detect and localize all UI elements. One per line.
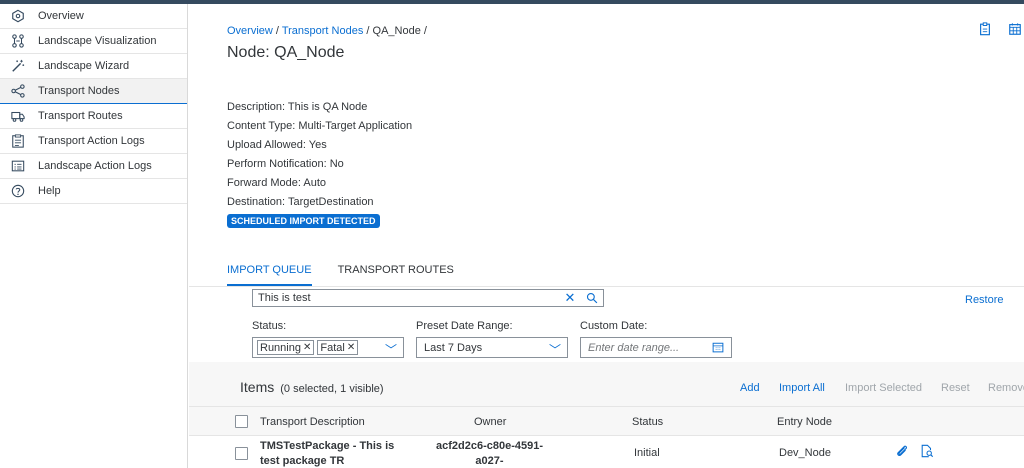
sidebar-item-label: Transport Routes bbox=[38, 110, 123, 122]
row-checkbox[interactable] bbox=[235, 447, 248, 460]
tab-import-queue[interactable]: IMPORT QUEUE bbox=[227, 264, 312, 286]
search-input[interactable]: This is test ✕ bbox=[252, 289, 604, 307]
token-remove-icon[interactable]: ✕ bbox=[303, 342, 311, 353]
detail-upload-allowed: Upload Allowed: Yes bbox=[227, 139, 327, 151]
scheduled-import-badge: SCHEDULED IMPORT DETECTED bbox=[227, 214, 380, 228]
chevron-down-icon[interactable]: ﹀ bbox=[385, 341, 397, 358]
sidebar-item-transport-nodes[interactable]: Transport Nodes bbox=[0, 79, 187, 104]
row-description: TMSTestPackage - This is test package TR bbox=[260, 439, 394, 468]
breadcrumb-current: QA_Node bbox=[372, 25, 421, 37]
detail-destination: Destination: TargetDestination bbox=[227, 196, 374, 208]
search-icon[interactable] bbox=[581, 292, 603, 304]
clear-icon[interactable]: ✕ bbox=[559, 290, 581, 306]
row-owner: acf2d2c6-c80e-4591-a027- 70a7b7a53fc9 bbox=[422, 439, 557, 468]
remove-button[interactable]: Remove bbox=[988, 382, 1024, 394]
sidebar-item-transport-action-logs[interactable]: Transport Action Logs bbox=[0, 129, 187, 154]
sidebar-item-transport-routes[interactable]: Transport Routes bbox=[0, 104, 187, 129]
detail-forward-mode: Forward Mode: Auto bbox=[227, 177, 327, 189]
sidebar-item-label: Landscape Visualization bbox=[38, 35, 157, 47]
status-filter-multicombo[interactable]: Running ✕ Fatal ✕ ﹀ bbox=[252, 337, 404, 358]
column-header-description[interactable]: Transport Description bbox=[260, 416, 365, 428]
detail-perform-notification: Perform Notification: No bbox=[227, 158, 344, 170]
sidebar-item-label: Landscape Action Logs bbox=[38, 160, 152, 172]
status-filter-label: Status: bbox=[252, 320, 287, 332]
breadcrumb-separator: / bbox=[363, 25, 373, 37]
detail-content-type: Content Type: Multi-Target Application bbox=[227, 120, 413, 132]
table-row[interactable]: TMSTestPackage - This is test package TR… bbox=[189, 436, 1024, 468]
items-title: Items (0 selected, 1 visible) bbox=[240, 379, 384, 395]
attachment-icon[interactable] bbox=[895, 444, 909, 461]
row-description-line: TMSTestPackage - This is bbox=[260, 440, 395, 452]
sidebar-item-label: Transport Action Logs bbox=[38, 135, 145, 147]
filter-bar: This is test ✕ Restore Status: Running ✕ … bbox=[189, 287, 1024, 362]
status-token-running[interactable]: Running ✕ bbox=[257, 340, 315, 355]
clipboard-icon[interactable] bbox=[976, 20, 994, 38]
preset-date-range-label: Preset Date Range: bbox=[416, 320, 513, 332]
reset-button[interactable]: Reset bbox=[941, 382, 970, 394]
items-title-text: Items bbox=[240, 379, 275, 395]
sidebar-item-label: Landscape Wizard bbox=[38, 60, 130, 72]
sidebar-item-label: Help bbox=[38, 185, 61, 197]
status-token-fatal[interactable]: Fatal ✕ bbox=[317, 340, 359, 355]
token-label: Running bbox=[260, 341, 301, 354]
token-remove-icon[interactable]: ✕ bbox=[347, 342, 355, 353]
sidebar: Overview Landscape Visualization Landsca… bbox=[0, 4, 188, 468]
custom-date-input[interactable]: Enter date range... bbox=[580, 337, 732, 358]
restore-button[interactable]: Restore bbox=[965, 294, 1004, 306]
breadcrumb-transport-nodes-link[interactable]: Transport Nodes bbox=[282, 25, 364, 37]
sidebar-item-help[interactable]: Help bbox=[0, 179, 187, 204]
items-table: Items (0 selected, 1 visible) Add Import … bbox=[189, 362, 1024, 468]
sidebar-item-landscape-action-logs[interactable]: Landscape Action Logs bbox=[0, 154, 187, 179]
sidebar-item-landscape-wizard[interactable]: Landscape Wizard bbox=[0, 54, 187, 79]
row-description-line: test package TR bbox=[260, 455, 345, 467]
chevron-down-icon[interactable]: ﹀ bbox=[549, 341, 561, 358]
row-entry-node: Dev_Node bbox=[779, 447, 831, 459]
tab-transport-routes[interactable]: TRANSPORT ROUTES bbox=[338, 264, 454, 286]
detail-description: Description: This is QA Node bbox=[227, 101, 368, 113]
activity-log-icon bbox=[10, 133, 26, 149]
calendar-icon[interactable] bbox=[712, 341, 724, 356]
table-header: Transport Description Owner Status Entry… bbox=[189, 406, 1024, 436]
node-details: Description: This is QA Node Content Typ… bbox=[227, 98, 412, 231]
preset-date-range-value: Last 7 Days bbox=[424, 341, 483, 354]
breadcrumb-separator: / bbox=[420, 25, 427, 37]
column-header-owner[interactable]: Owner bbox=[474, 416, 506, 428]
wand-icon bbox=[10, 58, 26, 74]
select-all-checkbox[interactable] bbox=[235, 415, 248, 428]
custom-date-label: Custom Date: bbox=[580, 320, 648, 332]
column-header-status[interactable]: Status bbox=[632, 416, 663, 428]
breadcrumb-separator: / bbox=[272, 25, 282, 37]
preset-date-range-select[interactable]: Last 7 Days ﹀ bbox=[416, 337, 568, 358]
hexagon-icon bbox=[10, 8, 26, 24]
sidebar-item-label: Transport Nodes bbox=[38, 85, 120, 97]
header-actions bbox=[976, 20, 1024, 38]
row-owner-line: acf2d2c6-c80e-4591-a027- bbox=[435, 440, 544, 467]
items-toolbar: Items (0 selected, 1 visible) Add Import … bbox=[189, 362, 1024, 406]
breadcrumb-overview-link[interactable]: Overview bbox=[227, 25, 273, 37]
column-header-entry-node[interactable]: Entry Node bbox=[777, 416, 832, 428]
add-button[interactable]: Add bbox=[740, 382, 760, 394]
import-selected-button[interactable]: Import Selected bbox=[845, 382, 922, 394]
items-count: (0 selected, 1 visible) bbox=[280, 383, 384, 395]
token-label: Fatal bbox=[320, 341, 345, 354]
row-status: Initial bbox=[634, 447, 660, 459]
calendar-table-icon[interactable] bbox=[1006, 20, 1024, 38]
main-content: Overview / Transport Nodes / QA_Node / N… bbox=[189, 4, 1024, 468]
tab-bar: IMPORT QUEUE TRANSPORT ROUTES bbox=[227, 264, 454, 286]
share-icon bbox=[10, 83, 26, 99]
sidebar-item-overview[interactable]: Overview bbox=[0, 4, 187, 29]
list-icon bbox=[10, 158, 26, 174]
truck-icon bbox=[10, 108, 26, 124]
document-search-icon[interactable] bbox=[920, 444, 934, 461]
custom-date-placeholder: Enter date range... bbox=[588, 341, 680, 354]
help-icon bbox=[10, 183, 26, 199]
page-title: Node: QA_Node bbox=[227, 44, 345, 61]
import-all-button[interactable]: Import All bbox=[779, 382, 825, 394]
search-input-value: This is test bbox=[258, 292, 311, 304]
sidebar-item-landscape-visualization[interactable]: Landscape Visualization bbox=[0, 29, 187, 54]
network-icon bbox=[10, 33, 26, 49]
sidebar-item-label: Overview bbox=[38, 10, 84, 22]
breadcrumb: Overview / Transport Nodes / QA_Node / bbox=[227, 25, 427, 37]
